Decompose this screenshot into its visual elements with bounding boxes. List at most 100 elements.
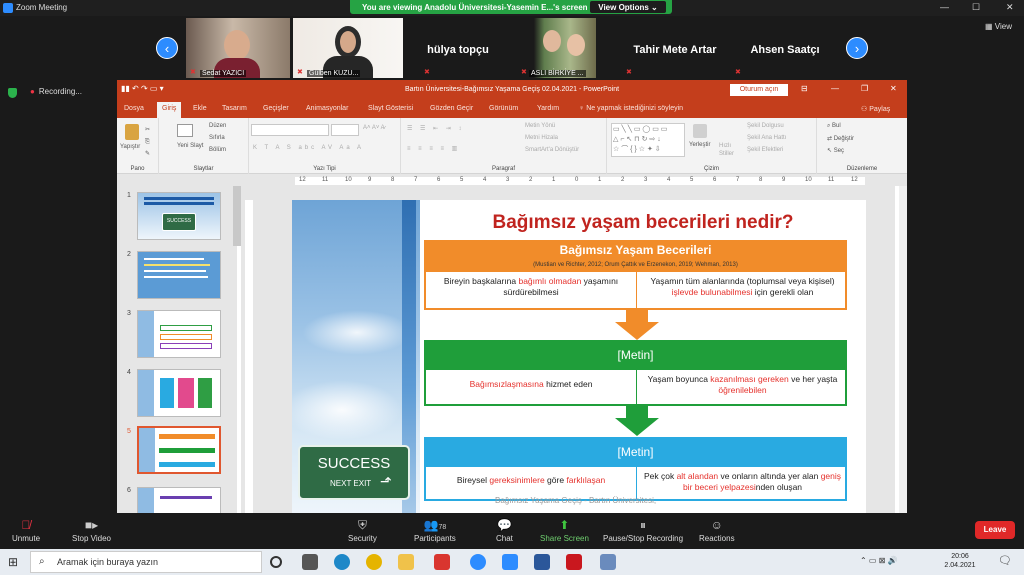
next-page-button[interactable]: › (846, 37, 868, 59)
share-button[interactable]: ⚇ Paylaş (861, 105, 890, 113)
file-explorer-icon[interactable] (398, 554, 414, 570)
participant-tile-name[interactable]: hülya topçu ✖ (406, 18, 510, 78)
arrange-button[interactable]: Yerleştir (689, 142, 710, 148)
find-button[interactable]: ⌕ Bul (827, 123, 841, 130)
participant-tile-name[interactable]: Tahir Mete Artar ✖ (620, 18, 730, 78)
green-title-box[interactable]: [Metin] (424, 340, 847, 370)
tab-gecisler[interactable]: Geçişler (263, 105, 289, 112)
select-button[interactable]: ↖ Seç (827, 147, 844, 154)
reset-button[interactable]: Sıfırla (209, 135, 225, 141)
orange-content-row[interactable]: Bireyin başkalarına bağımlı olmadan yaşa… (424, 272, 847, 310)
close-icon[interactable]: ✕ (1006, 2, 1014, 13)
shape-effects-button[interactable]: Şekil Efektleri (747, 147, 783, 153)
editor-scrollbar[interactable] (899, 186, 907, 513)
font-format-buttons[interactable]: K T A S abc AV Aa A (253, 145, 364, 151)
orange-title-box[interactable]: Bağımsız Yaşam Becerileri (Mustian ve Ri… (424, 240, 847, 272)
pdf-icon[interactable] (566, 554, 582, 570)
align-text-button[interactable]: Metni Hizala (525, 135, 558, 141)
sign-in-button[interactable]: Oturum açın (730, 84, 788, 96)
participant-tile-name[interactable]: Ahsen Saatçı ✖ (733, 18, 837, 78)
skype-icon[interactable] (470, 554, 486, 570)
notification-icon[interactable]: 🗨 (998, 554, 1012, 567)
security-button[interactable]: ⛨ Security (348, 518, 377, 543)
smartart-button[interactable]: SmartArt'a Dönüştür (525, 147, 579, 153)
cortana-icon[interactable] (270, 556, 282, 568)
slide-thumbnail[interactable] (137, 251, 221, 299)
maximize-icon[interactable]: ☐ (972, 2, 980, 13)
restore-icon[interactable]: ❐ (861, 84, 868, 93)
minimize-icon[interactable]: — (831, 84, 839, 93)
system-tray-icons[interactable]: ⌃ ▭ ⊠ 🔊 (860, 556, 898, 565)
chat-button[interactable]: 💬 Chat (496, 518, 513, 543)
paste-icon[interactable] (125, 124, 139, 140)
leave-button[interactable]: Leave (975, 521, 1015, 539)
slide-thumbnail[interactable] (137, 487, 221, 513)
quick-styles-button[interactable]: Hızlı Stiller (719, 142, 741, 158)
word-icon[interactable] (534, 554, 550, 570)
task-view-icon[interactable] (302, 554, 318, 570)
tab-slayt-gosterisi[interactable]: Slayt Gösterisi (368, 105, 413, 112)
minimize-icon[interactable]: — (940, 2, 949, 12)
tab-tasarim[interactable]: Tasarım (222, 105, 247, 112)
clipboard-tools[interactable]: ✂ ⎘ ✎ (145, 124, 150, 160)
participant-tile-video[interactable]: ✖ ASLI BİRKİYE ... (513, 18, 617, 78)
slide-thumbnail[interactable]: SUCCESS (137, 192, 221, 240)
tab-gorunum[interactable]: Görünüm (489, 105, 518, 112)
taskbar-clock[interactable]: 20:06 2.04.2021 (940, 552, 980, 570)
zoom-icon[interactable] (502, 554, 518, 570)
prev-page-button[interactable]: ‹ (156, 37, 178, 59)
tab-dosya[interactable]: Dosya (124, 105, 144, 112)
paste-button[interactable]: Yapıştır (120, 144, 140, 150)
chrome-icon[interactable] (366, 554, 382, 570)
reactions-button[interactable]: ☺ Reactions (699, 518, 735, 543)
taskbar-search[interactable]: ⌕ Aramak için buraya yazın (30, 551, 262, 573)
thumbnail-scrollbar[interactable] (233, 186, 241, 246)
tab-yardim[interactable]: Yardım (537, 105, 559, 112)
shape-fill-button[interactable]: Şekil Dolgusu (747, 123, 784, 129)
participant-name: Gülben KUZU... (307, 70, 361, 77)
current-slide[interactable]: SUCCESS NEXT EXIT ⬏ Bağımsız yaşam becer… (292, 200, 866, 513)
new-slide-icon[interactable] (177, 124, 193, 137)
tab-gozden-gecir[interactable]: Gözden Geçir (430, 105, 473, 112)
shapes-gallery[interactable]: ▭ ╲ ╲ ▭ ◯ ▭ ▭ △ ⌐ ↖ ⊓ ↻ ⇨ ↓ ☆ ⌒ { } ☆ ✦ ⇩ (611, 123, 685, 157)
view-options-button[interactable]: View Options ⌄ (590, 1, 666, 13)
app-icon[interactable] (434, 554, 450, 570)
text-direction-button[interactable]: Metin Yönü (525, 123, 555, 129)
align-buttons[interactable]: ≡ ≡ ≡ ≡ ▥ (407, 145, 460, 152)
participant-name: hülya topçu (427, 44, 489, 56)
share-screen-button[interactable]: ⬆ Share Screen (540, 518, 589, 543)
font-size-buttons[interactable]: A˄ A˅ A̷ (363, 125, 385, 131)
slide-heading[interactable]: Bağımsız yaşam becerileri nedir? (420, 212, 866, 234)
font-name-input[interactable] (251, 124, 329, 136)
shape-outline-button[interactable]: Şekil Ana Hattı (747, 135, 786, 141)
ribbon-display-icon[interactable]: ⊟ (801, 84, 808, 93)
slide-thumbnail[interactable] (137, 369, 221, 417)
participants-button[interactable]: 👥78 Participants (414, 518, 456, 543)
photos-icon[interactable] (600, 554, 616, 570)
edge-icon[interactable] (334, 554, 350, 570)
replace-button[interactable]: ⇄ Değiştir (827, 135, 854, 142)
unmute-button[interactable]: 🎙̸ Unmute (12, 518, 40, 543)
tab-ekle[interactable]: Ekle (193, 105, 207, 112)
participant-tile-video[interactable]: ✖ Sedat YAZICI (186, 18, 290, 78)
windows-start-icon[interactable]: ⊞ (8, 555, 18, 569)
tab-animasyonlar[interactable]: Animasyonlar (306, 105, 348, 112)
tell-me-search[interactable]: ♀ Ne yapmak istediğinizi söyleyin (579, 105, 683, 112)
slide-thumbnail-selected[interactable] (137, 426, 221, 474)
close-icon[interactable]: ✕ (890, 84, 897, 93)
green-content-row[interactable]: Bağımsızlaşmasına hizmet eden Yaşam boyu… (424, 370, 847, 406)
new-slide-button[interactable]: Yeni Slayt (177, 142, 203, 150)
layout-button[interactable]: Düzen (209, 123, 226, 129)
participant-tile-video[interactable]: ✖ Gülben KUZU... (293, 18, 403, 78)
font-size-input[interactable] (331, 124, 359, 136)
view-button[interactable]: ▦ View (985, 22, 1012, 31)
blue-title-box[interactable]: [Metin] (424, 437, 847, 467)
qat-icons[interactable]: ▮▮ ↶ ↷ ▭ ▾ (121, 84, 164, 93)
list-buttons[interactable]: ☰ ☰ ⇤ ⇥ ↕ (407, 125, 464, 132)
pause-recording-button[interactable]: ⏸ Pause/Stop Recording (603, 518, 683, 543)
arrange-icon[interactable] (693, 124, 707, 138)
slide-thumbnail[interactable] (137, 310, 221, 358)
tab-giris[interactable]: Giriş (157, 102, 182, 118)
section-button[interactable]: Bölüm (209, 147, 226, 153)
stop-video-button[interactable]: ■▸ Stop Video (72, 518, 111, 543)
